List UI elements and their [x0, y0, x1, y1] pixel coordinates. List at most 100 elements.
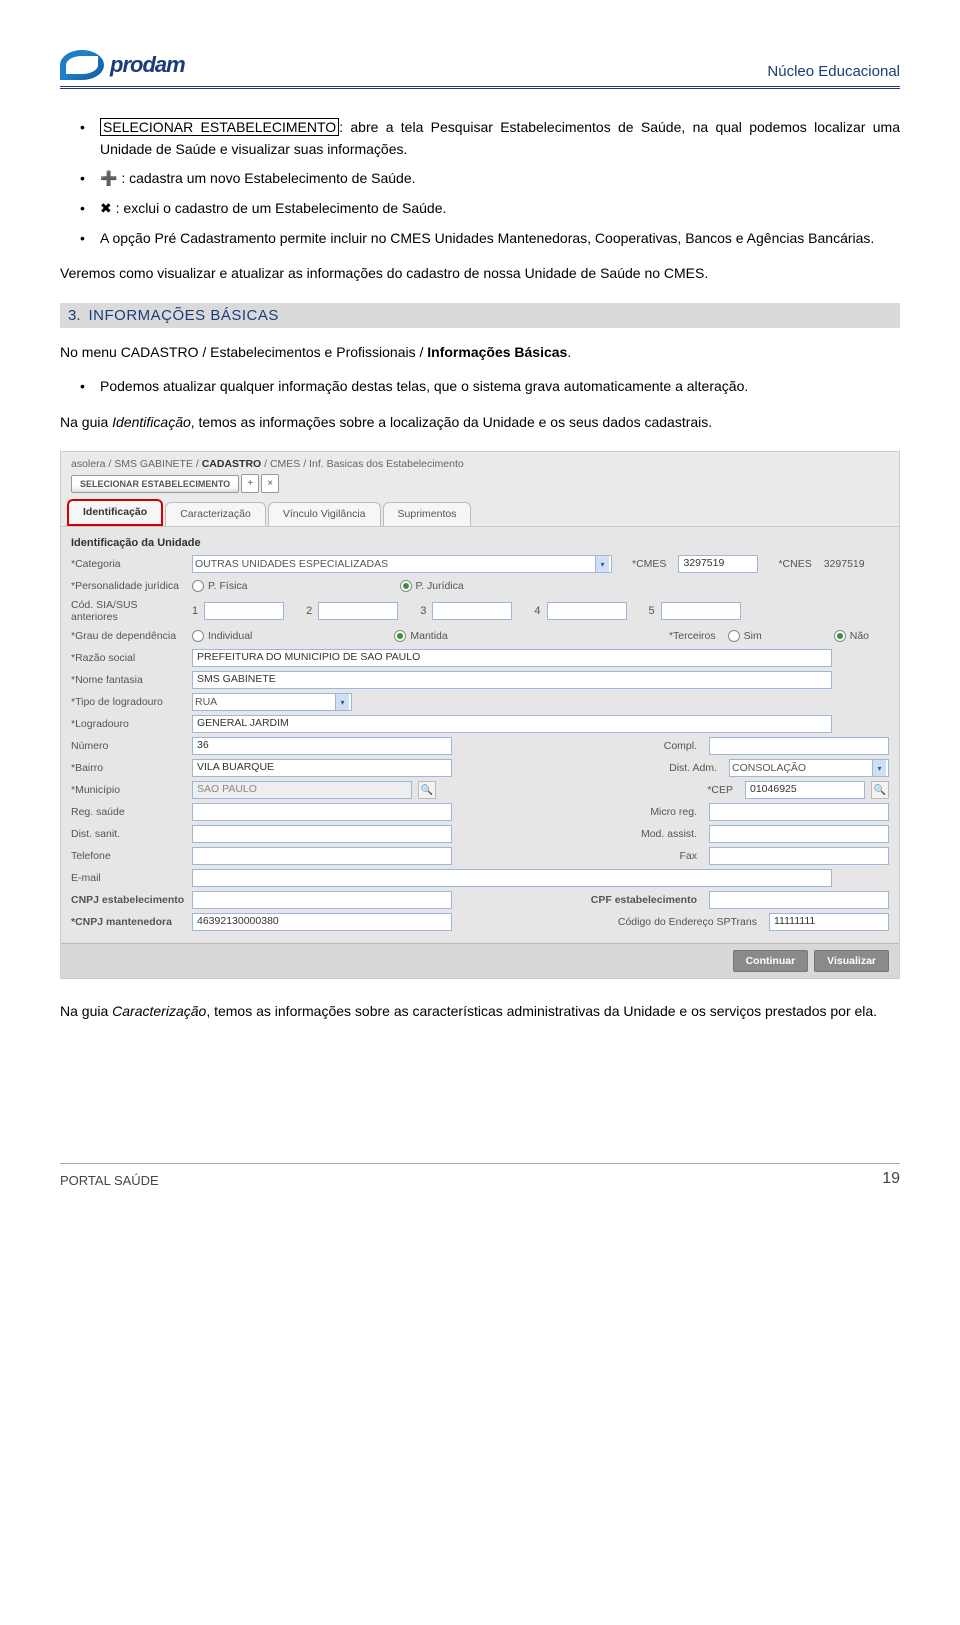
delete-icon-button[interactable]: × [261, 474, 279, 493]
section-heading: 3. INFORMAÇÕES BÁSICAS [60, 303, 900, 328]
input-logradouro[interactable]: GENERAL JARDIM [192, 715, 832, 733]
txt: Estabelecimentos e Profissionais / [210, 344, 427, 360]
label-municipio: Município [71, 784, 186, 796]
select-establishment-button[interactable]: SELECIONAR ESTABELECIMENTO [71, 475, 239, 493]
input-modassist[interactable] [709, 825, 889, 843]
page-header: prodam Núcleo Educacional [60, 50, 900, 89]
label-categoria: Categoria [71, 558, 186, 570]
select-value: OUTRAS UNIDADES ESPECIALIZADAS [195, 558, 589, 570]
input-cmes[interactable]: 3297519 [678, 555, 758, 573]
input-distsanit[interactable] [192, 825, 452, 843]
sia-num: 4 [534, 605, 540, 617]
x-icon: ✖ [100, 200, 112, 216]
label-fantasia: Nome fantasia [71, 674, 186, 686]
tab-caracterizacao[interactable]: Caracterização [165, 502, 266, 526]
sia-num: 5 [649, 605, 655, 617]
radio-icon [400, 580, 412, 592]
italic-term: Identificação [112, 414, 191, 430]
txt: CNES [783, 558, 812, 570]
input-telefone[interactable] [192, 847, 452, 865]
bullet-precadastro: A opção Pré Cadastramento permite inclui… [70, 228, 900, 250]
input-sia2[interactable] [318, 602, 398, 620]
txt: CEP [711, 784, 733, 796]
label-fax: Fax [665, 850, 703, 862]
input-cnpj-estab[interactable] [192, 891, 452, 909]
input-numero[interactable]: 36 [192, 737, 452, 755]
italic-term: Caracterização [112, 1003, 206, 1019]
tab-bar: Identificação Caracterização Vínculo Vig… [67, 499, 893, 526]
input-regsaude[interactable] [192, 803, 452, 821]
radio-pjuridica[interactable]: P. Jurídica [400, 580, 464, 592]
txt: CMES [636, 558, 666, 570]
bullet-cadastra: ➕ : cadastra um novo Estabelecimento de … [70, 168, 900, 190]
chevron-down-icon: ▾ [595, 556, 609, 572]
intro-bullets: SELECIONAR ESTABELECIMENTO: abre a tela … [60, 117, 900, 249]
label-cnpj-estab: CNPJ estabelecimento [71, 894, 186, 906]
tab-vinculo[interactable]: Vínculo Vigilância [268, 502, 381, 526]
input-fax[interactable] [709, 847, 889, 865]
input-fantasia[interactable]: SMS GABINETE [192, 671, 832, 689]
select-value: RUA [195, 696, 329, 708]
label-tipolog: Tipo de logradouro [71, 696, 186, 708]
txt: Na guia [60, 414, 112, 430]
input-sia3[interactable] [432, 602, 512, 620]
select-tipolog[interactable]: RUA ▾ [192, 693, 352, 711]
input-bairro[interactable]: VILA BUARQUE [192, 759, 452, 777]
value-cnes: 3297519 [824, 558, 865, 570]
label-numero: Número [71, 740, 186, 752]
label-cnpj-mant: CNPJ mantenedora [71, 916, 186, 928]
input-municipio[interactable]: SAO PAULO [192, 781, 412, 799]
input-cep[interactable]: 01046925 [745, 781, 865, 799]
radio-individual[interactable]: Individual [192, 630, 252, 642]
footer-page-number: 19 [882, 1170, 900, 1188]
search-icon[interactable]: 🔍 [871, 781, 889, 799]
txt: Na guia [60, 1003, 112, 1019]
form-section-title: Identificação da Unidade [71, 533, 889, 553]
input-compl[interactable] [709, 737, 889, 755]
search-icon[interactable]: 🔍 [418, 781, 436, 799]
bullet-selecionar: SELECIONAR ESTABELECIMENTO: abre a tela … [70, 117, 900, 160]
label-compl: Compl. [650, 740, 703, 752]
input-cod-end-sp[interactable]: 11111111 [769, 913, 889, 931]
chevron-down-icon: ▾ [872, 760, 886, 776]
label-razao: Razão social [71, 652, 186, 664]
radio-sim[interactable]: Sim [728, 630, 762, 642]
bullet-text: A opção Pré Cadastramento permite inclui… [100, 230, 874, 246]
continuar-button[interactable]: Continuar [733, 950, 809, 972]
brand-logo-mark [60, 50, 104, 80]
input-microreg[interactable] [709, 803, 889, 821]
label-email: E-mail [71, 872, 186, 884]
sia-num: 3 [420, 605, 426, 617]
radio-mantida[interactable]: Mantida [394, 630, 447, 642]
txt: , temos as informações sobre a localizaç… [191, 414, 712, 430]
input-razao[interactable]: PREFEITURA DO MUNICIPIO DE SAO PAULO [192, 649, 832, 667]
section-number: 3. [68, 307, 81, 324]
sia-num: 1 [192, 605, 198, 617]
radio-icon [192, 580, 204, 592]
input-sia4[interactable] [547, 602, 627, 620]
label-cnes: *CNES [764, 558, 817, 570]
tab-identificacao[interactable]: Identificação [67, 499, 163, 526]
label-terceiros: *Terceiros [655, 630, 722, 642]
after-ss-paragraph: Na guia Caracterização, temos as informa… [60, 1001, 900, 1023]
section-intro: No menu CADASTRO / Estabelecimentos e Pr… [60, 342, 900, 364]
label-bairro: Bairro [71, 762, 186, 774]
label-cpf-estab: CPF estabelecimento [577, 894, 703, 906]
visualizar-button[interactable]: Visualizar [814, 950, 889, 972]
radio-nao[interactable]: Não [834, 630, 869, 642]
select-distadm[interactable]: CONSOLAÇÃO ▾ [729, 759, 889, 777]
input-cnpj-mant[interactable]: 46392130000380 [192, 913, 452, 931]
input-email[interactable] [192, 869, 832, 887]
input-sia1[interactable] [204, 602, 284, 620]
sia-num: 2 [306, 605, 312, 617]
tab-suprimentos[interactable]: Suprimentos [383, 502, 472, 526]
add-icon-button[interactable]: + [241, 474, 259, 493]
select-categoria[interactable]: OUTRAS UNIDADES ESPECIALIZADAS ▾ [192, 555, 612, 573]
input-sia5[interactable] [661, 602, 741, 620]
paragraph-text: Veremos como visualizar e atualizar as i… [60, 263, 900, 285]
select-value: CONSOLAÇÃO [732, 762, 866, 774]
crumb: asolera / SMS GABINETE / [71, 458, 202, 470]
input-cpf-estab[interactable] [709, 891, 889, 909]
label-distsanit: Dist. sanit. [71, 828, 186, 840]
radio-pfisica[interactable]: P. Física [192, 580, 248, 592]
